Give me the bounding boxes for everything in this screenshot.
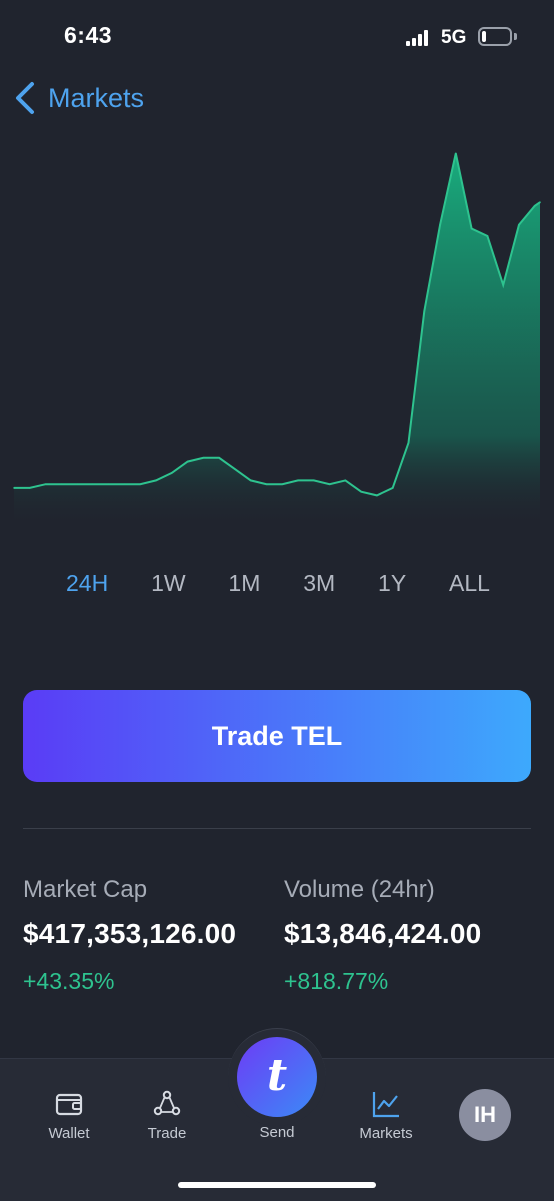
telcoin-logo-icon: t xyxy=(266,1049,288,1101)
tab-wallet-label: Wallet xyxy=(48,1125,90,1142)
range-1y[interactable]: 1Y xyxy=(370,566,414,606)
range-1m[interactable]: 1M xyxy=(220,566,268,606)
chart-point xyxy=(407,442,410,444)
chart-point xyxy=(29,487,31,489)
chart-point xyxy=(455,152,457,155)
chart-point xyxy=(313,479,315,482)
chart-point xyxy=(76,483,78,486)
chart-point xyxy=(518,223,520,226)
tab-trade-label: Trade xyxy=(147,1125,187,1142)
status-time: 6:43 xyxy=(64,22,113,48)
range-all[interactable]: ALL xyxy=(441,566,498,606)
volume-value: $13,846,424.00 xyxy=(284,918,482,949)
price-chart xyxy=(13,152,541,530)
chart-point xyxy=(186,460,189,463)
divider xyxy=(23,828,531,829)
chart-point xyxy=(439,223,441,226)
network-type: 5G xyxy=(441,27,467,48)
chart-point xyxy=(423,310,426,312)
home-indicator xyxy=(178,1182,376,1188)
time-range-selector: 24H 1W 1M 3M 1Y ALL xyxy=(58,566,498,606)
battery-level xyxy=(482,31,486,42)
chart-point xyxy=(249,479,252,482)
volume-label: Volume (24hr) xyxy=(284,876,435,903)
chart-point xyxy=(344,479,347,482)
chart-point xyxy=(376,494,378,497)
line-chart-icon xyxy=(372,1092,399,1118)
tab-markets[interactable]: Markets xyxy=(341,1089,431,1142)
wallet-icon xyxy=(55,1093,83,1116)
chart-point xyxy=(502,284,505,286)
tab-wallet[interactable]: Wallet xyxy=(24,1089,114,1142)
chevron-left-icon xyxy=(16,82,34,114)
market-cap-change: +43.35% xyxy=(23,968,115,994)
chart-point xyxy=(107,483,110,486)
tab-send-label: Send xyxy=(259,1124,295,1141)
chart-point xyxy=(218,457,220,459)
market-cap-label: Market Cap xyxy=(23,876,148,903)
range-1w[interactable]: 1W xyxy=(143,566,194,606)
chart-area xyxy=(14,153,540,530)
back-label: Markets xyxy=(48,82,145,113)
tab-markets-label: Markets xyxy=(359,1125,413,1142)
chart-point xyxy=(533,205,536,207)
signal-icon xyxy=(406,30,432,46)
chart-point xyxy=(360,490,363,493)
chart-point xyxy=(234,468,236,470)
chart-point xyxy=(171,472,173,474)
chart-point xyxy=(123,483,126,486)
trade-tel-button[interactable]: Trade TEL xyxy=(23,690,531,782)
send-button[interactable]: t xyxy=(237,1037,317,1117)
chart-point xyxy=(155,479,157,482)
chart-point xyxy=(328,483,331,486)
back-button[interactable]: Markets xyxy=(10,76,144,120)
chart-point xyxy=(139,483,141,486)
market-cap-stat: Market Cap $417,353,126.00 +43.35% xyxy=(23,876,236,995)
chart-point xyxy=(470,227,473,230)
chart-point xyxy=(92,483,94,486)
battery-tip xyxy=(514,33,517,40)
chart-point xyxy=(44,483,47,486)
volume-change: +818.77% xyxy=(284,968,389,994)
chart-point xyxy=(60,483,63,486)
chart-point xyxy=(486,235,489,237)
range-24h[interactable]: 24H xyxy=(58,566,116,606)
range-3m[interactable]: 3M xyxy=(295,566,343,606)
battery-icon xyxy=(478,27,512,46)
trade-icon xyxy=(153,1090,181,1116)
market-cap-value: $417,353,126.00 xyxy=(23,918,237,949)
chart-point xyxy=(281,483,284,486)
chart-point xyxy=(297,479,299,482)
chart-point xyxy=(13,487,15,489)
chart-point xyxy=(265,483,268,486)
volume-stat: Volume (24hr) $13,846,424.00 +818.77% xyxy=(284,876,481,995)
chart-point xyxy=(202,457,205,459)
chart-point xyxy=(391,487,394,489)
status-bar: 6:43 5G xyxy=(0,0,554,70)
tab-trade[interactable]: Trade xyxy=(122,1089,212,1142)
profile-avatar[interactable]: IH xyxy=(459,1089,511,1141)
chart-point xyxy=(539,201,541,203)
